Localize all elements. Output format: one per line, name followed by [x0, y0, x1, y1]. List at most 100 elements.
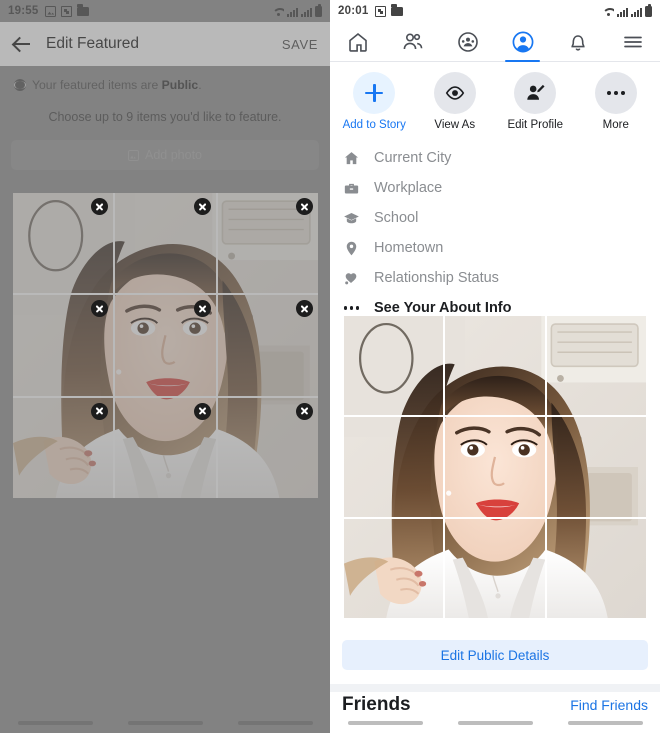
home-icon: [348, 32, 367, 52]
featured-photo-cell[interactable]: [445, 316, 545, 416]
tab-profile[interactable]: [495, 22, 550, 62]
battery-icon: [315, 3, 322, 17]
view-as-label: View As: [434, 119, 476, 131]
remove-photo-button[interactable]: [296, 198, 313, 215]
privacy-notice: Your featured items are Public.: [0, 66, 330, 92]
nav-pill[interactable]: [567, 721, 643, 725]
briefcase-icon: [342, 180, 361, 197]
featured-photo-cell[interactable]: [115, 397, 216, 498]
featured-photo-cell[interactable]: [546, 518, 646, 618]
add-to-story-circle: [353, 72, 396, 114]
info-row-hometown[interactable]: Hometown: [342, 233, 648, 263]
tab-notifications[interactable]: [550, 22, 605, 61]
info-label: Workplace: [374, 180, 443, 196]
find-friends-link[interactable]: Find Friends: [570, 697, 648, 713]
profile-info-list: Current City Workplace School Hometown R…: [330, 137, 660, 323]
eye-icon: [445, 86, 464, 100]
featured-photo-cell[interactable]: [344, 316, 444, 416]
info-row-relationship-status[interactable]: Relationship Status: [342, 263, 648, 293]
featured-photo-cell[interactable]: [217, 193, 318, 294]
left-phone-panel: 19:55 Edit Featured SAVE Your featured i…: [0, 0, 330, 733]
remove-photo-button[interactable]: [91, 402, 109, 420]
more-label: More: [602, 119, 629, 131]
info-label: Relationship Status: [374, 270, 499, 286]
globe-icon: [14, 79, 26, 91]
signal-icon: [301, 7, 312, 17]
info-label: School: [374, 210, 419, 226]
folder-icon: [391, 4, 404, 16]
heart-icon: [342, 270, 361, 287]
save-button[interactable]: SAVE: [282, 37, 318, 52]
privacy-value: Public: [161, 78, 199, 92]
featured-photo-cell[interactable]: [217, 397, 318, 498]
remove-photo-button[interactable]: [193, 402, 211, 420]
more-dots-icon: [342, 306, 361, 310]
plus-icon: [364, 83, 384, 103]
more-circle: [594, 72, 637, 114]
nav-pill[interactable]: [457, 721, 533, 725]
right-status-bar: 20:01: [330, 0, 660, 22]
bell-icon: [570, 34, 585, 51]
featured-photo-cell[interactable]: [344, 417, 444, 517]
status-right-icons: [602, 3, 652, 17]
more-dots-icon: [606, 91, 625, 95]
tab-menu[interactable]: [605, 22, 660, 61]
status-time: 19:55: [8, 5, 39, 17]
featured-photo-cell[interactable]: [546, 316, 646, 416]
featured-photo-grid-preview[interactable]: [344, 316, 646, 618]
location-pin-icon: [342, 240, 361, 257]
right-phone-panel: 20:01 Add to Story View As Edit Profile …: [330, 0, 660, 733]
featured-photo-cell[interactable]: [115, 193, 216, 294]
photo-slice: [344, 518, 444, 618]
add-photo-label: Add photo: [145, 148, 202, 162]
featured-photo-cell[interactable]: [13, 295, 114, 396]
left-status-bar: 19:55: [0, 0, 330, 22]
add-to-story-button[interactable]: Add to Story: [334, 72, 415, 131]
photo-slice: [445, 518, 545, 618]
nav-pill[interactable]: [237, 721, 313, 725]
featured-photo-cell[interactable]: [445, 417, 545, 517]
info-row-workplace[interactable]: Workplace: [342, 173, 648, 203]
add-photo-button[interactable]: Add photo: [11, 140, 319, 170]
status-left-icons: [375, 4, 404, 17]
remove-photo-button[interactable]: [296, 402, 313, 420]
nav-pill[interactable]: [347, 721, 423, 725]
featured-photo-cell[interactable]: [115, 295, 216, 396]
battery-icon: [645, 3, 652, 17]
wifi-icon: [602, 8, 614, 17]
nav-pill[interactable]: [17, 721, 93, 725]
qr-icon: [375, 5, 387, 17]
back-arrow-icon[interactable]: [12, 34, 32, 54]
home-filled-icon: [342, 150, 361, 167]
nav-pill[interactable]: [127, 721, 203, 725]
info-label: See Your About Info: [374, 300, 512, 316]
featured-photo-cell[interactable]: [445, 518, 545, 618]
info-row-school[interactable]: School: [342, 203, 648, 233]
tab-groups[interactable]: [440, 22, 495, 61]
featured-photo-cell[interactable]: [546, 417, 646, 517]
remove-photo-button[interactable]: [193, 300, 211, 318]
edit-public-details-button[interactable]: Edit Public Details: [342, 640, 648, 670]
featured-photo-cell[interactable]: [13, 193, 114, 294]
featured-photo-cell[interactable]: [13, 397, 114, 498]
edit-profile-label: Edit Profile: [507, 119, 564, 131]
profile-avatar-icon: [512, 31, 533, 52]
tab-home[interactable]: [330, 22, 385, 61]
photo-slice: [546, 417, 646, 517]
featured-photo-cell[interactable]: [217, 295, 318, 396]
edit-profile-button[interactable]: Edit Profile: [495, 72, 576, 131]
remove-photo-button[interactable]: [193, 198, 211, 215]
photo-slice: [344, 417, 444, 517]
edit-featured-header: Edit Featured SAVE: [0, 22, 330, 66]
photo-slice: [546, 518, 646, 618]
view-as-button[interactable]: View As: [415, 72, 496, 131]
more-button[interactable]: More: [576, 72, 657, 131]
featured-photo-cell[interactable]: [344, 518, 444, 618]
wifi-icon: [272, 8, 284, 17]
tab-friends[interactable]: [385, 22, 440, 61]
status-left-icons: [45, 4, 90, 17]
privacy-text: Your featured items are Public.: [32, 78, 202, 92]
signal-icon: [287, 7, 298, 17]
featured-photo-grid: [13, 193, 318, 498]
info-row-current-city[interactable]: Current City: [342, 143, 648, 173]
